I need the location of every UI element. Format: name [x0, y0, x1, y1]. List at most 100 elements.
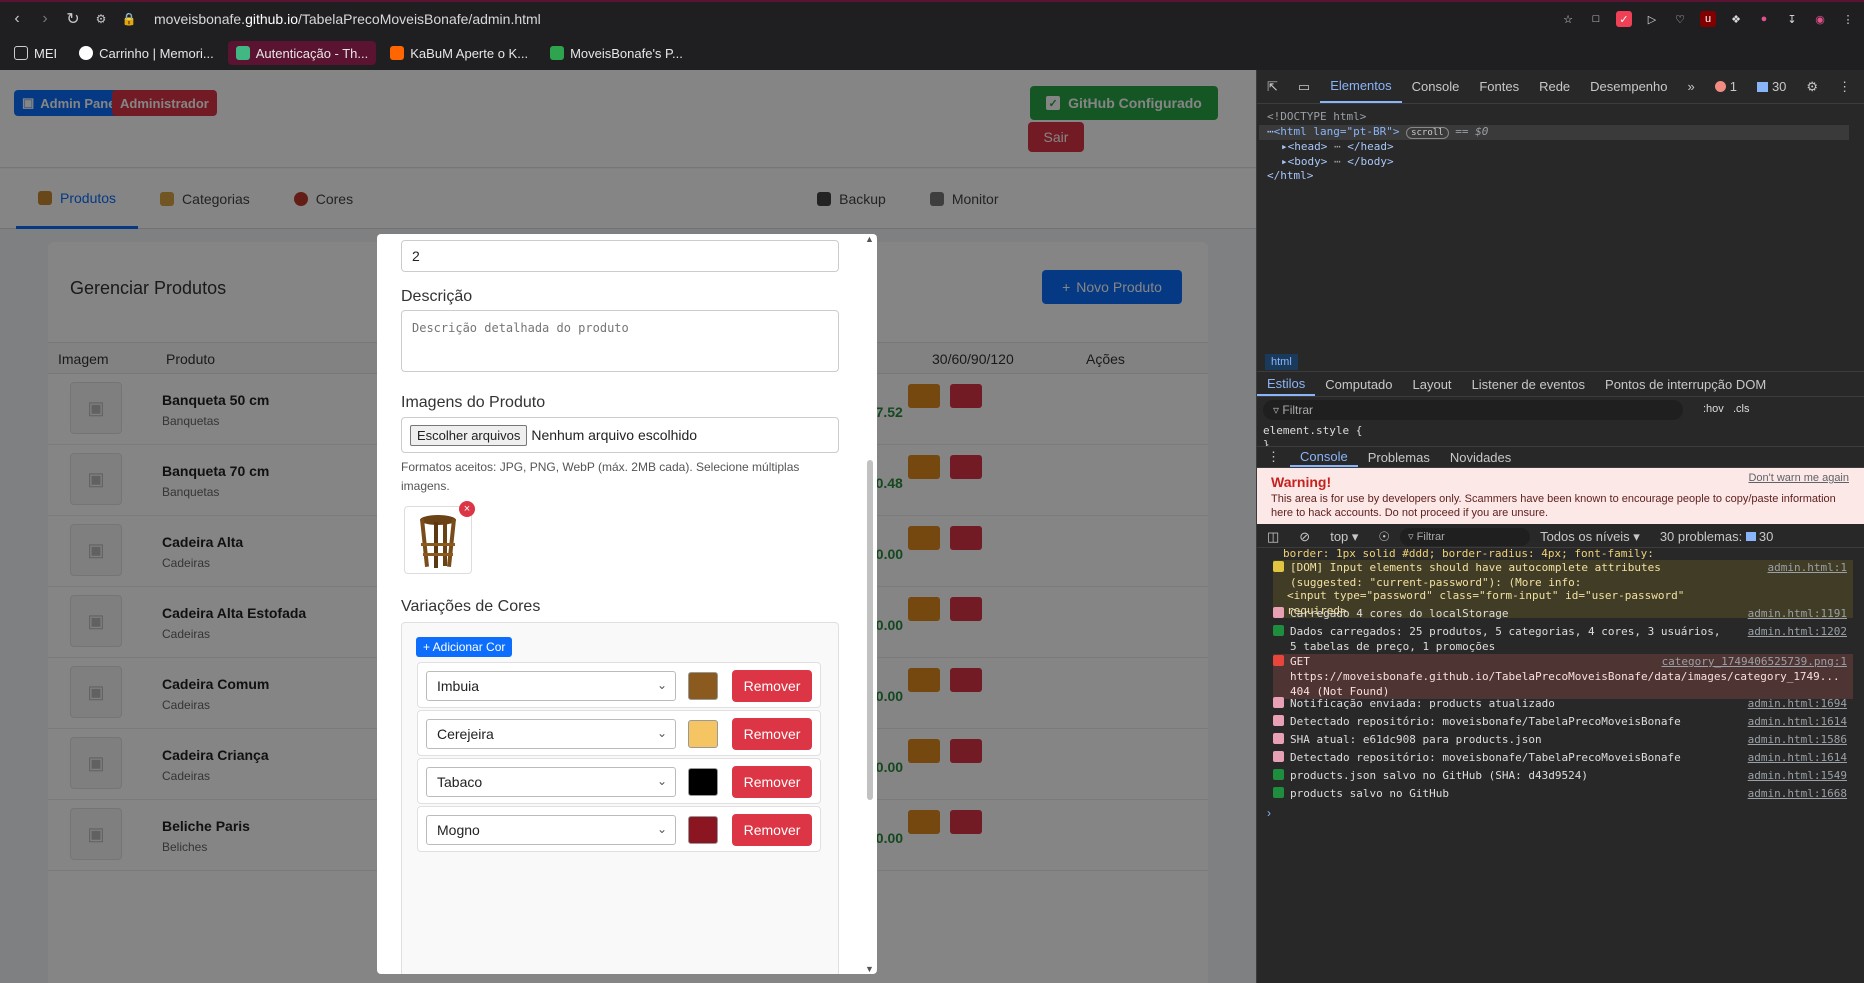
problems-icon — [1745, 532, 1756, 541]
extensions-icon[interactable]: ❖ — [1728, 11, 1744, 27]
info-icon — [1273, 751, 1284, 762]
scroll-up-icon[interactable]: ▲ — [865, 234, 875, 244]
clear-console-icon[interactable]: ⊘ — [1289, 526, 1320, 547]
drawer-tab-problemas[interactable]: Problemas — [1358, 447, 1440, 467]
scroll-down-icon[interactable]: ▼ — [865, 964, 875, 974]
tab-fontes[interactable]: Fontes — [1469, 70, 1529, 103]
head-node[interactable]: ▸<head> ⋯ </head> — [1281, 140, 1849, 155]
tab-layout[interactable]: Layout — [1403, 373, 1462, 396]
console-source-link[interactable]: admin.html:1586 — [1748, 732, 1847, 747]
console-source-link[interactable]: admin.html:1191 — [1748, 606, 1847, 621]
html-close: </html> — [1267, 169, 1314, 182]
download-icon[interactable]: ↧ — [1784, 11, 1800, 27]
tab-listeners[interactable]: Listener de eventos — [1462, 373, 1595, 396]
more-tabs-icon[interactable]: » — [1677, 70, 1704, 103]
reload-icon[interactable]: ↻ — [62, 8, 84, 30]
console-source-link[interactable]: admin.html:1 — [1768, 560, 1847, 575]
address-bar[interactable]: moveisbonafe.github.io/TabelaPrecoMoveis… — [154, 11, 541, 27]
error-count[interactable]: 1 — [1705, 70, 1747, 103]
levels-select[interactable]: Todos os níveis ▾ — [1530, 526, 1650, 547]
console-message-text: Dados carregados: 25 produtos, 5 categor… — [1290, 625, 1721, 653]
scroll-thumb[interactable] — [867, 460, 873, 800]
profile-icon[interactable]: ● — [1756, 11, 1772, 27]
color-select[interactable]: Mogno ⌄ — [426, 815, 676, 845]
cls-toggle[interactable]: .cls — [1733, 403, 1750, 415]
forward-icon[interactable]: › — [34, 8, 56, 30]
color-swatch[interactable] — [688, 720, 718, 748]
remove-image-button[interactable]: × — [459, 501, 475, 517]
drawer-tab-console[interactable]: Console — [1290, 447, 1358, 467]
bookmark-item[interactable]: MEI — [6, 41, 65, 65]
console-source-link[interactable]: admin.html:1202 — [1748, 624, 1847, 639]
tab-elementos[interactable]: Elementos — [1320, 70, 1402, 103]
console-source-link[interactable]: admin.html:1614 — [1748, 714, 1847, 729]
sidebar-toggle-icon[interactable]: ◫ — [1257, 526, 1289, 547]
file-input[interactable]: Escolher arquivos Nenhum arquivo escolhi… — [401, 417, 839, 453]
problems-count[interactable]: 30 problemas: 30 — [1650, 526, 1783, 547]
drawer-tab-novidades[interactable]: Novidades — [1440, 447, 1521, 467]
device-icon[interactable]: ▭ — [1288, 70, 1320, 103]
remove-color-button[interactable]: Remover — [732, 766, 812, 798]
color-swatch[interactable] — [688, 672, 718, 700]
color-swatch[interactable] — [688, 816, 718, 844]
hov-toggle[interactable]: :hov — [1703, 403, 1724, 415]
tab-rede[interactable]: Rede — [1529, 70, 1580, 103]
eye-icon[interactable]: ☉ — [1368, 526, 1400, 547]
console-source-link[interactable]: admin.html:1614 — [1748, 750, 1847, 765]
html-node[interactable]: ⋯<html lang="pt-BR"> scroll == $0 — [1259, 124, 1849, 140]
body-node[interactable]: ▸<body> ⋯ </body> — [1281, 155, 1849, 170]
doctype-node[interactable]: <!DOCTYPE html> — [1267, 110, 1849, 125]
remove-color-button[interactable]: Remover — [732, 814, 812, 846]
console-source-link[interactable]: category_1749406525739.png:1 — [1662, 654, 1847, 669]
add-color-button[interactable]: + Adicionar Cor — [416, 637, 513, 657]
tab-console[interactable]: Console — [1402, 70, 1470, 103]
bookmark-item[interactable]: KaBuM Aperte o K... — [382, 41, 536, 65]
modal-scrollbar[interactable]: ▲ ▼ — [865, 234, 875, 974]
context-select[interactable]: top ▾ — [1320, 526, 1368, 547]
url-domain: github.io — [245, 11, 298, 27]
color-swatch[interactable] — [688, 768, 718, 796]
description-textarea[interactable] — [401, 310, 839, 372]
tab-desempenho[interactable]: Desempenho — [1580, 70, 1677, 103]
back-icon[interactable]: ‹ — [6, 8, 28, 30]
breadcrumb-html[interactable]: html — [1265, 353, 1298, 370]
console-source-link[interactable]: admin.html:1694 — [1748, 696, 1847, 711]
element-style-selector: element.style { — [1263, 424, 1363, 437]
bookmark-item[interactable]: Carrinho | Memori... — [71, 41, 222, 65]
number-field[interactable]: 2 — [401, 240, 839, 272]
settings-icon[interactable]: ⚙ — [1796, 70, 1828, 103]
bookmark-item[interactable]: MoveisBonafe's P... — [542, 41, 691, 65]
choose-files-button[interactable]: Escolher arquivos — [410, 424, 528, 446]
console-filter[interactable]: ▿ Filtrar — [1400, 527, 1531, 546]
warning-count[interactable]: 30 — [1747, 70, 1796, 103]
color-select[interactable]: Tabaco ⌄ — [426, 767, 676, 797]
heart-icon[interactable]: ♡ — [1672, 11, 1688, 27]
console-source-link[interactable]: admin.html:1668 — [1748, 786, 1847, 801]
console-message-text: Notificação enviada: products atualizado — [1290, 697, 1555, 710]
color-select[interactable]: Cerejeira ⌄ — [426, 719, 676, 749]
kebab-menu-icon[interactable]: ⋮ — [1828, 70, 1861, 103]
screenshot-icon[interactable]: □ — [1588, 11, 1604, 27]
warning-dismiss[interactable]: Don't warn me again — [1748, 472, 1849, 484]
console-source-link[interactable]: admin.html:1549 — [1748, 768, 1847, 783]
pocket-icon[interactable]: ✓ — [1616, 11, 1632, 27]
bookmark-item[interactable]: Autenticação - Th... — [227, 41, 377, 65]
remove-color-button[interactable]: Remover — [732, 670, 812, 702]
url-prefix: moveisbonafe. — [154, 11, 246, 27]
tab-estilos[interactable]: Estilos — [1257, 373, 1316, 396]
tab-breakpoints[interactable]: Pontos de interrupção DOM — [1595, 373, 1776, 396]
tab-computado[interactable]: Computado — [1315, 373, 1402, 396]
remove-color-button[interactable]: Remover — [732, 718, 812, 750]
star-icon[interactable]: ☆ — [1560, 11, 1576, 27]
styles-filter[interactable]: ▿ Filtrar — [1263, 400, 1683, 420]
inspect-icon[interactable]: ⇱ — [1257, 70, 1288, 103]
menu-icon[interactable]: ⋮ — [1840, 11, 1856, 27]
console-prompt-icon[interactable]: › — [1267, 806, 1271, 820]
color-select[interactable]: Imbuia ⌄ — [426, 671, 676, 701]
drawer-menu-icon[interactable]: ⋮ — [1257, 447, 1290, 467]
site-info-icon[interactable]: ⚙ — [90, 8, 112, 30]
ublock-icon[interactable]: u — [1700, 11, 1716, 27]
images-label: Imagens do Produto — [401, 394, 546, 411]
lens-icon[interactable]: ◉ — [1812, 11, 1828, 27]
play-icon[interactable]: ▷ — [1644, 11, 1660, 27]
